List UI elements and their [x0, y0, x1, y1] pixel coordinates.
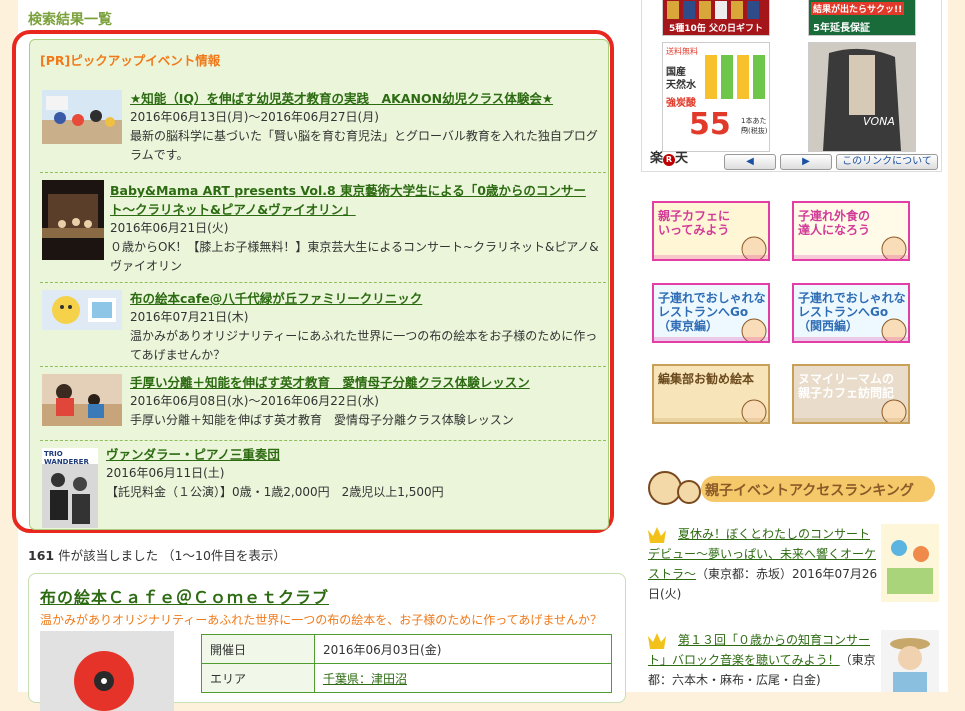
ad-caption: VONA [863, 115, 895, 128]
table-row: 開催日 2016年06月03日(金) [201, 634, 612, 664]
event-card-subtitle: 温かみがありオリジナリティーあふれた世界に一つの布の絵本を、お子様のために作って… [40, 613, 602, 627]
ad-caption: 円(税抜) [741, 127, 768, 135]
info-label: 開催日 [201, 634, 315, 664]
previous-button[interactable]: ◀ [724, 154, 776, 170]
ranking-item: 夏休み！ぼくとわたしのコンサートデビュー〜夢いっぱい、未来へ響くオーケストラ〜（… [645, 524, 940, 614]
event-date: 2016年06月21日(火) [110, 221, 229, 235]
banner-cafe-visits[interactable]: ヌマイリーマムの 親子カフェ訪問記 [792, 364, 910, 424]
banner-eating-out[interactable]: 子連れ外食の 達人になろう [792, 201, 910, 261]
ranking-title: 親子イベントアクセスランキング [705, 483, 914, 499]
event-date: 2016年07月21日(木) [130, 310, 249, 324]
ad-caption: 天然水 [666, 80, 696, 91]
ranking-thumbnail[interactable] [881, 630, 939, 692]
ad-price: 55 [689, 107, 731, 142]
ad-banner[interactable]: 結果が出たらサクッ!! 5年延長保証 [808, 0, 916, 36]
info-value: 2016年06月03日(金) [314, 634, 612, 664]
next-button[interactable]: ▶ [780, 154, 832, 170]
banner-text: 子連れでおしゃれな レストランへGo （東京編） [658, 291, 766, 333]
ad-caption: 送料無料 [666, 47, 698, 56]
event-card: 布の絵本Ｃａｆｅ＠Ｃｏｍｅｔクラブ 温かみがありオリジナリティーあふれた世界に一… [28, 573, 626, 711]
ranking-thumbnail[interactable] [881, 524, 939, 602]
banner-text: 子連れでおしゃれな レストランへGo （関西編） [798, 291, 906, 333]
event-title-link[interactable]: Baby&Mama ART presents Vol.8 東京藝術大学生による「… [110, 181, 604, 219]
ranking-item: 第１３回「０歳からの知育コンサート」バロック音楽を聴いてみよう！（東京都：六本木… [645, 630, 940, 692]
ad-caption: 5種10缶 父の日ギフト [669, 24, 763, 34]
event-thumbnail[interactable] [42, 290, 122, 330]
event-date: 2016年06月13日(月)〜2016年06月27日(月) [130, 110, 379, 124]
banner-text: 編集部お勧め絵本 [658, 372, 755, 386]
pickup-item: ★知能（IQ）を伸ばす幼児英才教育の実践 AKANON幼児クラス体験会★ 201… [40, 80, 606, 173]
ranking-text: 夏休み！ぼくとわたしのコンサートデビュー〜夢いっぱい、未来へ響くオーケストラ〜（… [648, 524, 878, 604]
event-title-link[interactable]: ★知能（IQ）を伸ばす幼児英才教育の実践 AKANON幼児クラス体験会★ [130, 89, 602, 108]
result-count-text: 件が該当しました （1〜10件目を表示） [54, 548, 286, 563]
event-description: 最新の脳科学に基づいた「賢い脳を育む育児法」とグローバル教育を入れた独自プログラ… [130, 129, 598, 162]
banner-text: 子連れ外食の 達人になろう [798, 209, 871, 237]
pickup-item: 手厚い分離＋知能を伸ばす英才教育 愛情母子分離クラス体験レッスン 2016年06… [40, 366, 606, 441]
banner-kids-cafe[interactable]: 親子カフェに いってみよう [652, 201, 770, 261]
result-count: 161 件が該当しました （1〜10件目を表示） [28, 545, 286, 564]
result-count-number: 161 [28, 548, 55, 563]
event-description: ０歳からOK！【膝上お子様無料！】東京芸大生によるコンサート~クラリネット&ピア… [110, 240, 599, 273]
banner-restaurant-tokyo[interactable]: 子連れでおしゃれな レストランへGo （東京編） [652, 283, 770, 343]
pickup-item: TRIO WANDERER ヴァンダラー・ピアノ三重奏団 2016年06月11日… [40, 440, 606, 528]
ranking-link[interactable]: 第１３回「０歳からの知育コンサート」バロック音楽を聴いてみよう！ [648, 633, 870, 667]
ranking-text: 第１３回「０歳からの知育コンサート」バロック音楽を聴いてみよう！（東京都：六本木… [648, 630, 878, 690]
pickup-item: Baby&Mama ART presents Vol.8 東京藝術大学生による「… [40, 172, 606, 283]
info-label: エリア [201, 663, 315, 693]
ad-banner[interactable]: 送料無料 国産 天然水 強炭酸 55 1本あたり 円(税抜) [662, 42, 770, 152]
banner-picture-books[interactable]: 編集部お勧め絵本 [652, 364, 770, 424]
area-link[interactable]: 千葉県：津田沼 [323, 672, 407, 686]
event-date: 2016年06月08日(水)〜2016年06月22日(水) [130, 394, 379, 408]
pickup-box: [PR]ピックアップイベント情報 ★知能（IQ）を伸ばす幼児英才教育の実践 AK… [29, 39, 609, 530]
event-thumbnail[interactable]: TRIO WANDERER [42, 448, 98, 528]
event-card-title-link[interactable]: 布の絵本Ｃａｆｅ＠Ｃｏｍｅｔクラブ [40, 584, 329, 608]
ad-banner[interactable]: VONA [808, 42, 916, 152]
table-row: エリア 千葉県：津田沼 [201, 663, 612, 693]
logo-char: 楽 [650, 151, 664, 166]
logo-char: 天 [675, 151, 689, 166]
ad-caption: 結果が出たらサクッ!! [811, 2, 905, 15]
event-thumbnail[interactable] [42, 90, 122, 144]
ranking-header: 親子イベントアクセスランキング [645, 468, 940, 510]
event-card-image[interactable] [40, 631, 174, 711]
event-title-link[interactable]: 布の絵本cafe@八千代緑が丘ファミリークリニック [130, 289, 602, 308]
banner-text: ヌマイリーマムの 親子カフェ訪問記 [798, 372, 895, 400]
ad-caption: 国産 [666, 67, 686, 78]
about-link-button[interactable]: このリンクについて [836, 154, 938, 170]
event-description: 【託児料金（１公演）】0歳・1歳2,000円 2歳児以上1,500円 [106, 485, 444, 499]
rakuten-ad-widget: 5種10缶 父の日ギフト 結果が出たらサクッ!! 5年延長保証 送料無料 国産 … [641, 0, 942, 172]
rakuten-logo: 楽R天 [650, 152, 688, 167]
ad-caption: 5年延長保証 [813, 23, 870, 34]
event-date: 2016年06月11日(土) [106, 466, 225, 480]
event-title-link[interactable]: 手厚い分離＋知能を伸ばす英才教育 愛情母子分離クラス体験レッスン [130, 373, 602, 392]
event-description: 手厚い分離＋知能を伸ばす英才教育 愛情母子分離クラス体験レッスン [130, 413, 514, 427]
event-info-table: 開催日 2016年06月03日(金) エリア 千葉県：津田沼 [201, 634, 612, 693]
event-description: 温かみがありオリジナリティーにあふれた世界に一つの布の絵本をお子様のために作って… [130, 329, 598, 362]
event-title-link[interactable]: ヴァンダラー・ピアノ三重奏団 [106, 445, 602, 464]
rakuten-r-icon: R [663, 154, 676, 166]
banner-restaurant-kansai[interactable]: 子連れでおしゃれな レストランへGo （関西編） [792, 283, 910, 343]
event-thumbnail[interactable] [42, 180, 104, 260]
pickup-highlight-frame: [PR]ピックアップイベント情報 ★知能（IQ）を伸ばす幼児英才教育の実践 AK… [12, 30, 614, 533]
pickup-heading: [PR]ピックアップイベント情報 [40, 53, 221, 68]
banner-text: 親子カフェに いってみよう [658, 209, 731, 237]
event-thumbnail[interactable] [42, 374, 122, 426]
section-title: 検索結果一覧 [28, 12, 112, 28]
ad-banner[interactable]: 5種10缶 父の日ギフト [662, 0, 770, 36]
pickup-item: 布の絵本cafe@八千代緑が丘ファミリークリニック 2016年07月21日(木)… [40, 282, 606, 367]
